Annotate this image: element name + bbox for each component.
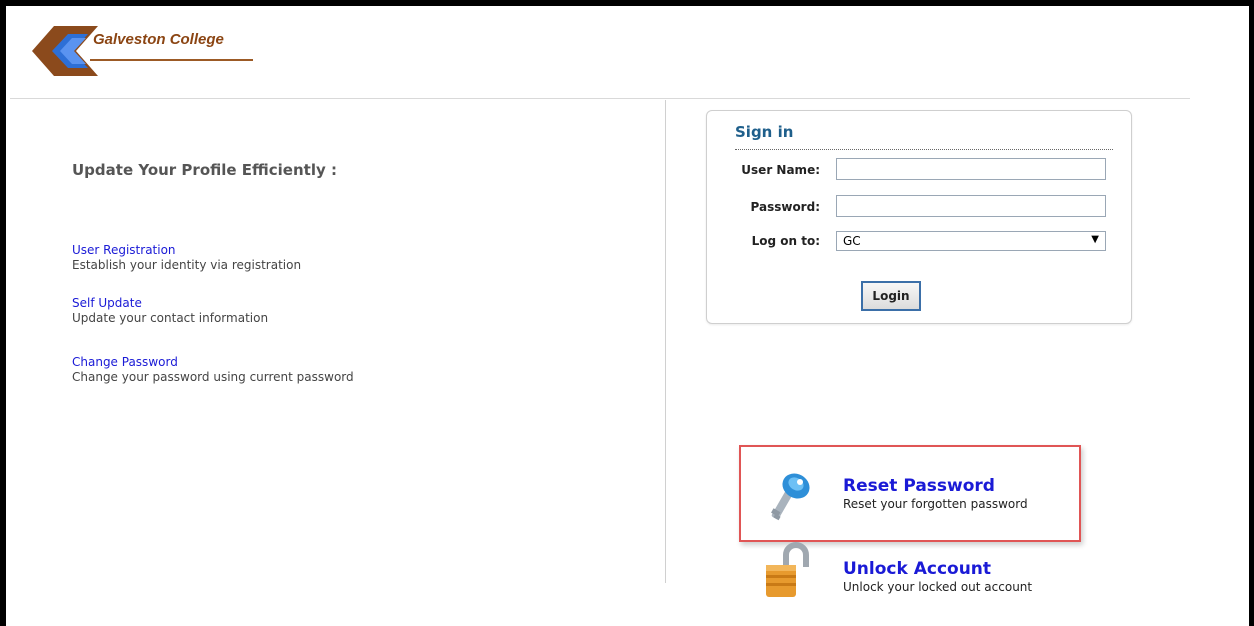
section-title: Update Your Profile Efficiently : [72,161,337,179]
signin-panel: Sign in User Name: Password: Log on to: … [706,110,1132,324]
logon-domain-select[interactable]: GC ▼ [836,231,1106,251]
reset-password-link[interactable]: Reset Password [843,476,995,496]
dropdown-arrow-icon: ▼ [1091,234,1099,245]
key-icon[interactable] [764,470,816,526]
reset-password-description: Reset your forgotten password [843,497,1028,511]
signin-divider [735,149,1113,150]
unlock-account-description: Unlock your locked out account [843,580,1033,594]
self-update-description: Update your contact information [72,311,269,325]
password-input[interactable] [836,195,1106,217]
self-update-item: Self Update Update your contact informat… [72,296,268,326]
user-registration-description: Establish your identity via registration [72,258,302,272]
self-update-link[interactable]: Self Update [72,296,268,311]
change-password-link[interactable]: Change Password [72,355,354,370]
signin-title: Sign in [735,123,794,141]
panel-divider [665,100,666,583]
logon-label: Log on to: [751,234,820,248]
header-divider [10,98,1190,99]
username-input[interactable] [836,158,1106,180]
change-password-description: Change your password using current passw… [72,370,354,384]
password-label: Password: [750,200,821,214]
user-registration-link[interactable]: User Registration [72,243,301,258]
logon-selected-value: GC [843,234,861,248]
login-button[interactable]: Login [861,281,921,311]
padlock-icon[interactable] [762,541,822,601]
logo-underline [90,59,253,61]
user-registration-item: User Registration Establish your identit… [72,243,301,273]
change-password-item: Change Password Change your password usi… [72,355,354,385]
username-label: User Name: [741,163,820,177]
logo-text: Galveston College [93,31,224,48]
unlock-account-link[interactable]: Unlock Account [843,559,991,579]
